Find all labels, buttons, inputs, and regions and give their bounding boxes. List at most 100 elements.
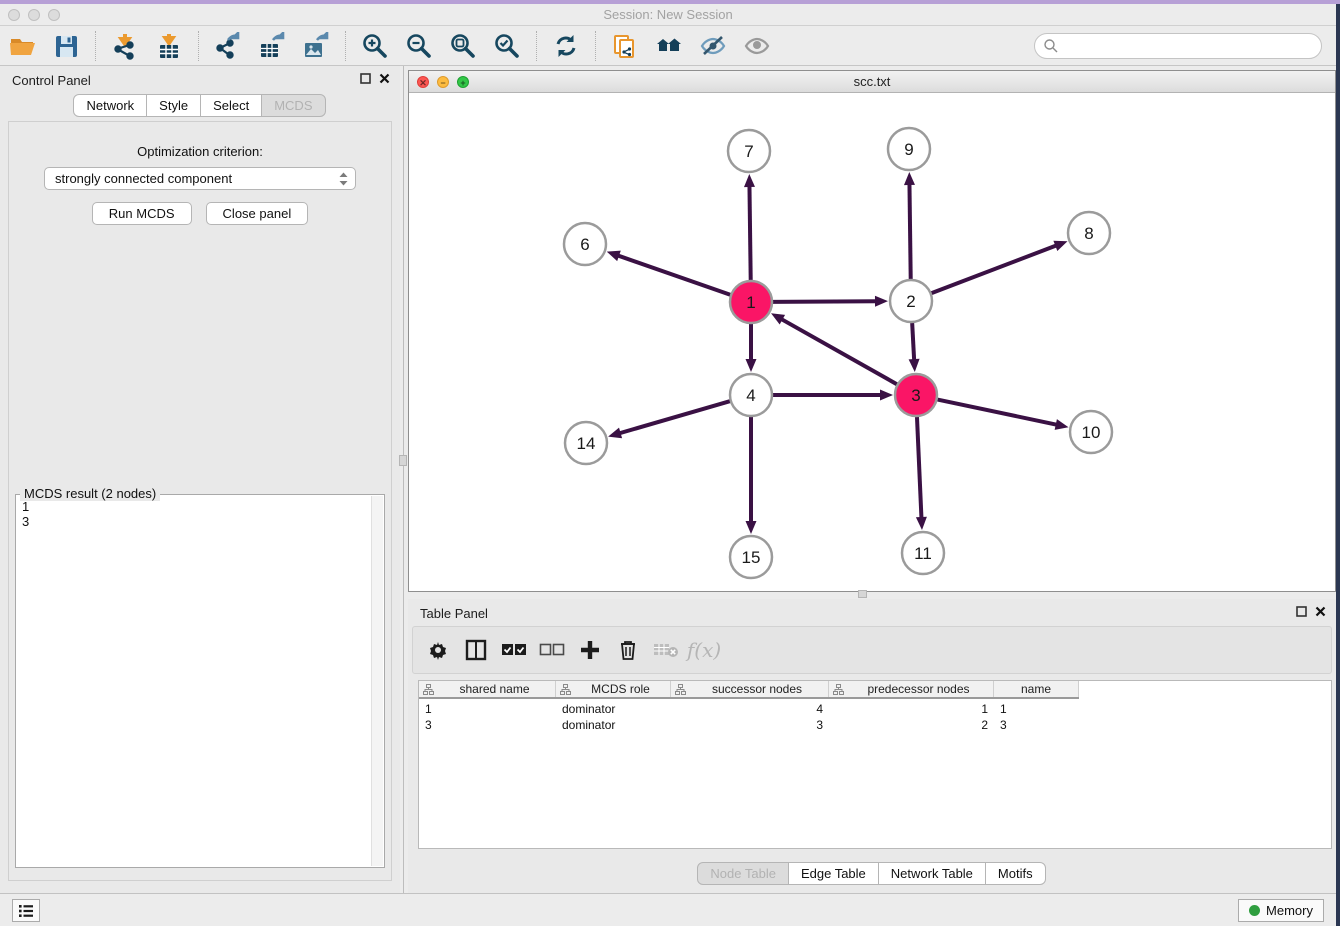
tab-motifs[interactable]: Motifs xyxy=(985,862,1046,885)
deselect-all-icon[interactable] xyxy=(537,635,567,665)
list-icon xyxy=(18,904,34,918)
float-panel-icon[interactable] xyxy=(360,73,371,84)
import-table-icon[interactable] xyxy=(152,29,186,63)
search-input[interactable] xyxy=(1059,39,1299,54)
column-type-icon xyxy=(423,684,434,695)
table-panel-tabs: Node TableEdge TableNetwork TableMotifs xyxy=(408,862,1336,885)
splitter-handle[interactable] xyxy=(858,590,867,598)
zoom-out-icon[interactable] xyxy=(402,29,436,63)
graph-edge-2-9[interactable] xyxy=(909,183,910,279)
node-table[interactable]: shared nameMCDS rolesuccessor nodesprede… xyxy=(418,680,1332,849)
graph-edge-2-3[interactable] xyxy=(912,323,914,361)
toolbar-separator xyxy=(595,31,596,61)
graph-edge-1-6[interactable] xyxy=(617,255,730,295)
window-title: Session: New Session xyxy=(0,7,1336,22)
cell-successor-nodes[interactable]: 3 xyxy=(671,717,829,733)
edge-arrowhead xyxy=(746,521,757,534)
zoom-in-icon[interactable] xyxy=(358,29,392,63)
show-all-icon[interactable] xyxy=(740,29,774,63)
export-image-icon[interactable] xyxy=(299,29,333,63)
first-neighbors-icon[interactable] xyxy=(652,29,686,63)
cell-predecessor-nodes[interactable]: 1 xyxy=(829,701,994,717)
delete-row-icon[interactable] xyxy=(613,635,643,665)
column-header-name[interactable]: name xyxy=(994,681,1079,697)
save-session-icon[interactable] xyxy=(49,29,83,63)
cell-MCDS-role[interactable]: dominator xyxy=(556,701,671,717)
criterion-dropdown-value: strongly connected component xyxy=(55,171,232,186)
search-field[interactable] xyxy=(1034,33,1322,59)
result-scrollbar[interactable] xyxy=(371,496,383,866)
splitter-handle[interactable] xyxy=(399,455,407,466)
graph-edge-4-14[interactable] xyxy=(619,401,730,433)
graph-edge-3-1[interactable] xyxy=(781,319,897,385)
tab-network-table[interactable]: Network Table xyxy=(878,862,986,885)
criterion-dropdown[interactable]: strongly connected component xyxy=(44,167,356,190)
task-history-button[interactable] xyxy=(12,899,40,922)
zoom-fit-icon[interactable] xyxy=(446,29,480,63)
edge-arrowhead xyxy=(909,359,920,372)
close-panel-icon[interactable] xyxy=(379,73,390,84)
edge-arrowhead xyxy=(1055,419,1069,430)
column-header-predecessor-nodes[interactable]: predecessor nodes xyxy=(829,681,994,697)
cell-shared-name[interactable]: 1 xyxy=(419,701,556,717)
network-canvas[interactable]: 7968124314101511 xyxy=(409,93,1335,591)
graph-edge-2-8[interactable] xyxy=(932,245,1058,293)
column-header-successor-nodes[interactable]: successor nodes xyxy=(671,681,829,697)
search-icon xyxy=(1043,38,1059,54)
select-all-icon[interactable] xyxy=(499,635,529,665)
tab-node-table[interactable]: Node Table xyxy=(697,862,789,885)
float-panel-icon[interactable] xyxy=(1296,606,1307,617)
cell-predecessor-nodes[interactable]: 2 xyxy=(829,717,994,733)
mcds-result-text: 1 3 xyxy=(18,499,370,865)
close-panel-icon[interactable] xyxy=(1315,606,1326,617)
cell-name[interactable]: 3 xyxy=(994,717,1079,733)
toolbar-separator xyxy=(198,31,199,61)
tab-mcds[interactable]: MCDS xyxy=(261,94,325,117)
graph-edge-3-11[interactable] xyxy=(917,417,922,519)
node-label-7: 7 xyxy=(744,142,753,161)
table-row[interactable]: 1dominator411 xyxy=(419,701,1079,717)
mcds-panel: Optimization criterion: strongly connect… xyxy=(8,121,392,881)
edge-arrowhead xyxy=(916,517,927,530)
column-header-MCDS-role[interactable]: MCDS role xyxy=(556,681,671,697)
graph-edge-1-7[interactable] xyxy=(749,185,750,280)
import-network-icon[interactable] xyxy=(108,29,142,63)
hide-selected-icon[interactable] xyxy=(696,29,730,63)
cell-name[interactable]: 1 xyxy=(994,701,1079,717)
tab-select[interactable]: Select xyxy=(200,94,262,117)
run-mcds-button[interactable]: Run MCDS xyxy=(92,202,192,225)
table-row[interactable]: 3dominator323 xyxy=(419,717,1079,733)
memory-button[interactable]: Memory xyxy=(1238,899,1324,922)
node-label-1: 1 xyxy=(746,293,755,312)
column-header-shared-name[interactable]: shared name xyxy=(419,681,556,697)
copy-network-icon[interactable] xyxy=(608,29,642,63)
edge-arrowhead xyxy=(608,428,622,439)
zoom-selected-icon[interactable] xyxy=(490,29,524,63)
control-panel-tabs: NetworkStyleSelectMCDS xyxy=(0,94,400,117)
split-columns-icon[interactable] xyxy=(461,635,491,665)
tab-style[interactable]: Style xyxy=(146,94,201,117)
export-table-icon[interactable] xyxy=(255,29,289,63)
close-panel-button[interactable]: Close panel xyxy=(206,202,309,225)
delete-table-icon xyxy=(651,635,681,665)
vertical-splitter[interactable] xyxy=(403,66,404,897)
tab-edge-table[interactable]: Edge Table xyxy=(788,862,879,885)
edge-arrowhead xyxy=(746,359,757,372)
cell-shared-name[interactable]: 3 xyxy=(419,717,556,733)
export-network-icon[interactable] xyxy=(211,29,245,63)
node-label-9: 9 xyxy=(904,140,913,159)
mcds-result-box: MCDS result (2 nodes) 1 3 xyxy=(15,494,385,868)
tab-network[interactable]: Network xyxy=(73,94,147,117)
control-panel-title: Control Panel xyxy=(12,73,91,88)
add-row-icon[interactable] xyxy=(575,635,605,665)
cell-successor-nodes[interactable]: 4 xyxy=(671,701,829,717)
graph-edge-1-2[interactable] xyxy=(773,301,877,302)
graph-edge-3-10[interactable] xyxy=(938,400,1058,425)
open-session-icon[interactable] xyxy=(5,29,39,63)
column-type-icon xyxy=(675,684,686,695)
edge-arrowhead xyxy=(904,172,915,185)
refresh-icon[interactable] xyxy=(549,29,583,63)
table-settings-icon[interactable] xyxy=(423,635,453,665)
node-label-2: 2 xyxy=(906,292,915,311)
cell-MCDS-role[interactable]: dominator xyxy=(556,717,671,733)
